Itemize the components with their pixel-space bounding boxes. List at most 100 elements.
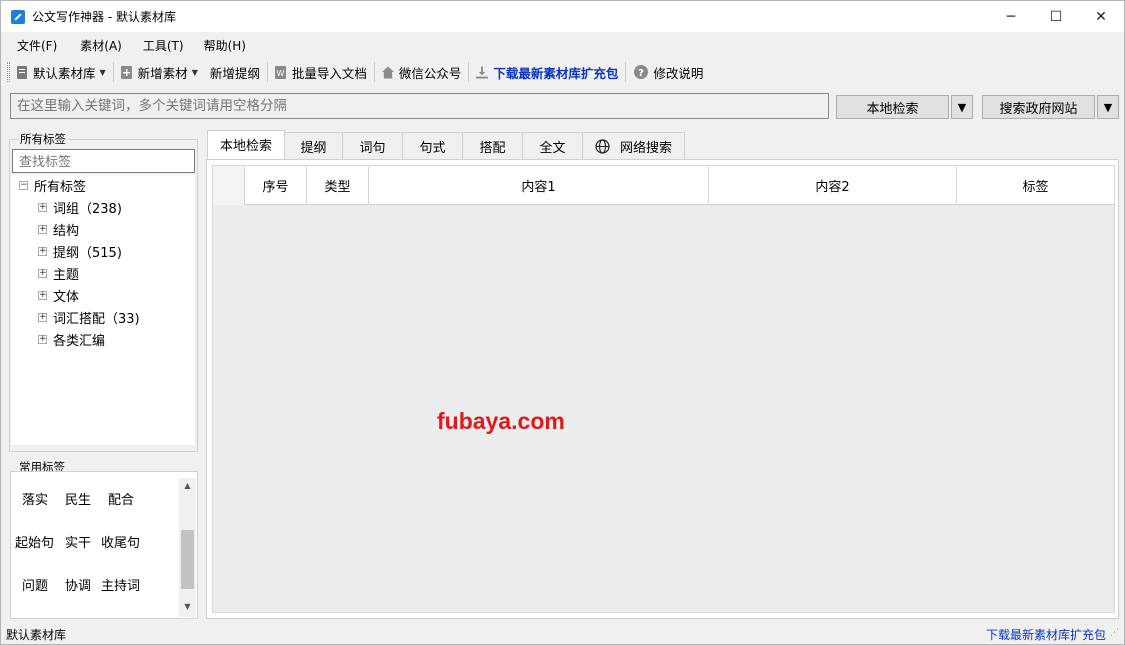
collapse-icon[interactable]: − bbox=[19, 180, 28, 190]
status-library: 默认素材库 bbox=[6, 628, 67, 642]
app-window: 公文写作神器 - 默认素材库 ─ ☐ ✕ 文件(F) 素材(A) 工具(T) 帮… bbox=[0, 0, 1125, 645]
tag-search-input[interactable] bbox=[12, 149, 195, 173]
local-search-dropdown[interactable]: ▼ bbox=[951, 95, 973, 119]
tab-collocation[interactable]: 搭配 bbox=[462, 132, 523, 159]
toolbar-separator bbox=[112, 62, 114, 82]
expand-icon[interactable]: + bbox=[38, 312, 47, 322]
tree-item-label: 主题 bbox=[53, 267, 80, 283]
library-dropdown[interactable]: 默认素材库 ▼ bbox=[12, 60, 110, 84]
changelog-label: 修改说明 bbox=[653, 65, 704, 81]
triangle-down-icon: ▼ bbox=[1103, 100, 1113, 114]
menu-tools[interactable]: 工具(T) bbox=[135, 37, 192, 54]
column-header-index[interactable]: 序号 bbox=[245, 166, 307, 205]
scroll-up-icon[interactable]: ▲ bbox=[181, 481, 194, 493]
toolbar-separator bbox=[266, 62, 268, 82]
changelog-button[interactable]: ? 修改说明 bbox=[629, 60, 707, 84]
home-icon bbox=[381, 65, 394, 79]
menu-file[interactable]: 文件(F) bbox=[9, 37, 65, 54]
gov-search-dropdown[interactable]: ▼ bbox=[1097, 95, 1119, 119]
tree-item-collocation[interactable]: + 词汇搭配（33) bbox=[38, 307, 140, 327]
result-tabs: 本地检索 提纲 词句 句式 搭配 全文 网络搜索 bbox=[207, 130, 685, 160]
expand-icon[interactable]: + bbox=[38, 334, 47, 344]
minimize-button[interactable]: ─ bbox=[988, 1, 1034, 32]
expand-icon[interactable]: + bbox=[38, 246, 47, 256]
tree-item-theme[interactable]: + 主题 bbox=[38, 263, 79, 283]
database-icon bbox=[16, 65, 28, 79]
tab-outline[interactable]: 提纲 bbox=[284, 132, 343, 159]
tree-item-compilations[interactable]: + 各类汇编 bbox=[38, 329, 105, 349]
download-pack-button[interactable]: 下载最新素材库扩充包 bbox=[472, 60, 622, 84]
tree-item-label: 结构 bbox=[53, 223, 80, 239]
svg-text:W: W bbox=[277, 69, 285, 78]
svg-text:?: ? bbox=[638, 68, 644, 79]
status-download-link[interactable]: 下载最新素材库扩充包 bbox=[986, 626, 1106, 643]
expand-icon[interactable]: + bbox=[38, 268, 47, 278]
tree-root[interactable]: − 所有标签 bbox=[19, 175, 86, 195]
results-grid: 序号 类型 内容1 内容2 标签 bbox=[212, 165, 1115, 613]
title-bar: 公文写作神器 - 默认素材库 ─ ☐ ✕ bbox=[1, 1, 1124, 32]
add-material-label: 新增素材 bbox=[137, 65, 188, 81]
add-material-button[interactable]: 新增素材 ▼ bbox=[117, 60, 202, 84]
common-tag[interactable]: 起始句 bbox=[15, 532, 54, 551]
chevron-down-icon: ▼ bbox=[99, 67, 106, 77]
app-pen-icon bbox=[11, 9, 25, 24]
column-header-content2[interactable]: 内容2 bbox=[709, 166, 957, 205]
batch-import-label: 批量导入文档 bbox=[291, 65, 367, 81]
expand-icon[interactable]: + bbox=[38, 290, 47, 300]
maximize-button[interactable]: ☐ bbox=[1033, 1, 1079, 32]
column-header-content1[interactable]: 内容1 bbox=[369, 166, 709, 205]
word-document-icon: W bbox=[275, 65, 287, 79]
common-tag[interactable]: 实干 bbox=[65, 532, 91, 551]
common-tag[interactable]: 主持词 bbox=[101, 575, 140, 594]
tree-item-phrases[interactable]: + 词组（238) bbox=[38, 197, 122, 217]
common-tag[interactable]: 协调 bbox=[65, 575, 91, 594]
tree-item-label: 文体 bbox=[53, 289, 80, 305]
resize-grip-icon[interactable]: ⋰ bbox=[1110, 629, 1120, 641]
watermark: fubaya.com bbox=[437, 408, 565, 434]
keyword-search-input[interactable] bbox=[10, 93, 829, 119]
toolbar-separator bbox=[373, 62, 375, 82]
common-tag[interactable]: 配合 bbox=[108, 489, 134, 508]
tree-item-structure[interactable]: + 结构 bbox=[38, 219, 79, 239]
triangle-down-icon: ▼ bbox=[957, 100, 967, 114]
expand-icon[interactable]: + bbox=[38, 224, 47, 234]
globe-icon bbox=[595, 138, 610, 154]
common-tag[interactable]: 收尾句 bbox=[101, 532, 140, 551]
common-tag[interactable]: 民生 bbox=[65, 489, 91, 508]
common-tag[interactable]: 问题 bbox=[22, 575, 48, 594]
wechat-button[interactable]: 微信公众号 bbox=[378, 60, 466, 84]
help-icon: ? bbox=[633, 65, 648, 79]
menu-material[interactable]: 素材(A) bbox=[72, 37, 130, 54]
tab-fulltext[interactable]: 全文 bbox=[522, 132, 583, 159]
column-header-tags[interactable]: 标签 bbox=[957, 166, 1114, 205]
add-outline-button[interactable]: 新增提纲 bbox=[206, 60, 264, 84]
menu-bar: 文件(F) 素材(A) 工具(T) 帮助(H) bbox=[1, 32, 1124, 58]
download-icon bbox=[476, 65, 489, 79]
local-search-button[interactable]: 本地检索 bbox=[836, 95, 949, 119]
tab-web-search[interactable]: 网络搜索 bbox=[582, 132, 685, 159]
tab-web-search-label: 网络搜索 bbox=[619, 140, 672, 156]
tree-item-outline[interactable]: + 提纲（515) bbox=[38, 241, 122, 261]
toolbar-grip[interactable] bbox=[7, 62, 10, 82]
tree-item-label: 提纲（515) bbox=[53, 245, 122, 261]
common-tag[interactable]: 落实 bbox=[22, 489, 48, 508]
download-pack-label: 下载最新素材库扩充包 bbox=[493, 65, 619, 81]
close-button[interactable]: ✕ bbox=[1078, 1, 1124, 32]
tree-item-label: 词组（238) bbox=[53, 201, 122, 217]
column-header-type[interactable]: 类型 bbox=[307, 166, 369, 205]
gov-search-button[interactable]: 搜索政府网站 bbox=[982, 95, 1095, 119]
tree-item-style[interactable]: + 文体 bbox=[38, 285, 79, 305]
tab-patterns[interactable]: 句式 bbox=[402, 132, 463, 159]
scroll-down-icon[interactable]: ▼ bbox=[181, 602, 194, 614]
toolbar-separator bbox=[468, 62, 470, 82]
expand-icon[interactable]: + bbox=[38, 202, 47, 212]
tab-sentences[interactable]: 词句 bbox=[342, 132, 403, 159]
menu-help[interactable]: 帮助(H) bbox=[196, 37, 254, 54]
add-outline-label: 新增提纲 bbox=[209, 65, 260, 81]
scroll-thumb[interactable] bbox=[181, 530, 194, 589]
batch-import-button[interactable]: W 批量导入文档 bbox=[271, 60, 371, 84]
toolbar-separator bbox=[625, 62, 627, 82]
tab-local-search[interactable]: 本地检索 bbox=[207, 130, 285, 159]
row-selector-header[interactable] bbox=[213, 166, 245, 205]
tree-item-label: 各类汇编 bbox=[53, 333, 106, 349]
